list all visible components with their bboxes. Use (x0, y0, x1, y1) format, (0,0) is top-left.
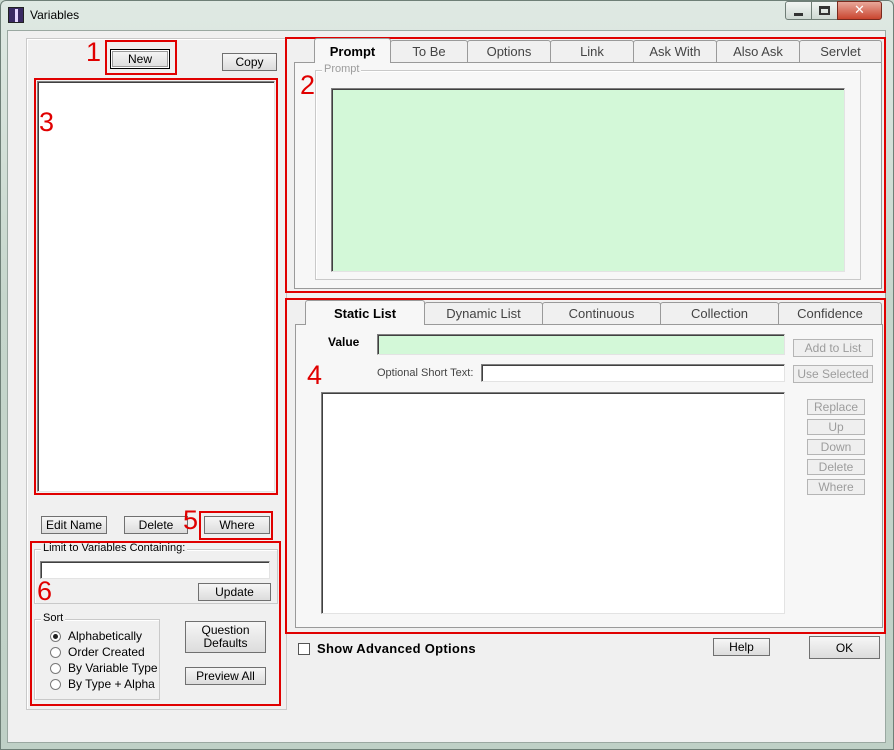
replace-button[interactable]: Replace (807, 399, 865, 415)
edit-name-button[interactable]: Edit Name (41, 516, 107, 534)
show-advanced-options-label: Show Advanced Options (317, 641, 476, 656)
annotation-number-1: 1 (86, 37, 102, 67)
radio-icon (50, 662, 61, 674)
add-to-list-button[interactable]: Add to List (793, 339, 873, 357)
update-button[interactable]: Update (198, 583, 271, 601)
variables-list[interactable] (37, 81, 275, 492)
tab-collection[interactable]: Collection (660, 302, 779, 324)
up-button[interactable]: Up (807, 419, 865, 435)
value-input[interactable] (377, 334, 785, 355)
annotation-number-4: 4 (307, 360, 323, 390)
limit-group-label: Limit to Variables Containing: (41, 542, 188, 554)
use-selected-button[interactable]: Use Selected (793, 365, 873, 383)
prompt-group-label: Prompt (322, 63, 362, 75)
annotation-number-2: 2 (300, 70, 316, 100)
maximize-icon (819, 6, 830, 15)
short-text-label: Optional Short Text: (377, 367, 474, 379)
sort-alphabetically-radio[interactable]: Alphabetically (50, 628, 142, 644)
sort-option-label: By Variable Type (68, 661, 158, 675)
sort-option-label: Alphabetically (68, 629, 143, 643)
preview-all-button[interactable]: Preview All (185, 667, 266, 685)
sort-by-type-alpha-radio[interactable]: By Type + Alpha (50, 676, 155, 692)
radio-selected-icon (50, 630, 61, 642)
static-values-list[interactable] (321, 392, 785, 614)
sort-option-label: Order Created (68, 645, 145, 659)
ok-button[interactable]: OK (809, 636, 880, 659)
question-defaults-button[interactable]: Question Defaults (185, 621, 266, 653)
close-button[interactable]: ✕ (837, 1, 882, 20)
list-where-button[interactable]: Where (807, 479, 865, 495)
where-button[interactable]: Where (204, 516, 270, 534)
top-tab-control: Prompt To Be Options Link Ask With Also … (294, 38, 882, 289)
tab-servlet[interactable]: Servlet (799, 40, 882, 62)
sort-order-created-radio[interactable]: Order Created (50, 644, 145, 660)
tab-continuous[interactable]: Continuous (542, 302, 661, 324)
show-advanced-options-checkbox[interactable]: Show Advanced Options (298, 641, 476, 656)
annotation-number-6: 6 (37, 576, 53, 606)
delete-button[interactable]: Delete (124, 516, 188, 534)
tab-also-ask[interactable]: Also Ask (716, 40, 800, 62)
tab-link[interactable]: Link (550, 40, 634, 62)
limit-input[interactable] (40, 561, 270, 579)
help-button[interactable]: Help (713, 638, 770, 656)
sort-option-label: By Type + Alpha (68, 677, 155, 691)
value-label: Value (328, 335, 360, 349)
minimize-icon (794, 12, 803, 16)
tab-prompt[interactable]: Prompt (314, 38, 391, 63)
window-title: Variables (30, 8, 80, 22)
list-delete-button[interactable]: Delete (807, 459, 865, 475)
copy-button[interactable]: Copy (222, 53, 277, 71)
radio-icon (50, 646, 61, 658)
down-button[interactable]: Down (807, 439, 865, 455)
tab-static-list[interactable]: Static List (305, 300, 425, 325)
sort-by-variable-type-radio[interactable]: By Variable Type (50, 660, 158, 676)
tab-confidence[interactable]: Confidence (778, 302, 882, 324)
close-icon: ✕ (854, 3, 865, 18)
prompt-textarea[interactable] (331, 88, 845, 272)
annotation-number-5: 5 (183, 505, 199, 535)
sort-group-label: Sort (41, 612, 66, 624)
client-area: New Copy Edit Name Delete Where Limit to… (7, 30, 886, 743)
static-list-tab-page: Value Optional Short Text: Add to List U… (295, 324, 883, 628)
checkbox-icon (298, 642, 310, 655)
minimize-button[interactable] (785, 1, 812, 20)
tab-options[interactable]: Options (467, 40, 551, 62)
prompt-tab-page: Prompt (294, 62, 882, 289)
tab-dynamic-list[interactable]: Dynamic List (424, 302, 543, 324)
new-button[interactable]: New (110, 49, 170, 69)
tab-ask-with[interactable]: Ask With (633, 40, 717, 62)
maximize-button[interactable] (811, 1, 838, 20)
annotation-number-3: 3 (39, 107, 55, 137)
bottom-tab-control: Static List Dynamic List Continuous Coll… (295, 300, 883, 628)
short-text-input[interactable] (481, 364, 785, 382)
radio-icon (50, 678, 61, 690)
tab-to-be[interactable]: To Be (390, 40, 468, 62)
app-icon (8, 7, 24, 23)
